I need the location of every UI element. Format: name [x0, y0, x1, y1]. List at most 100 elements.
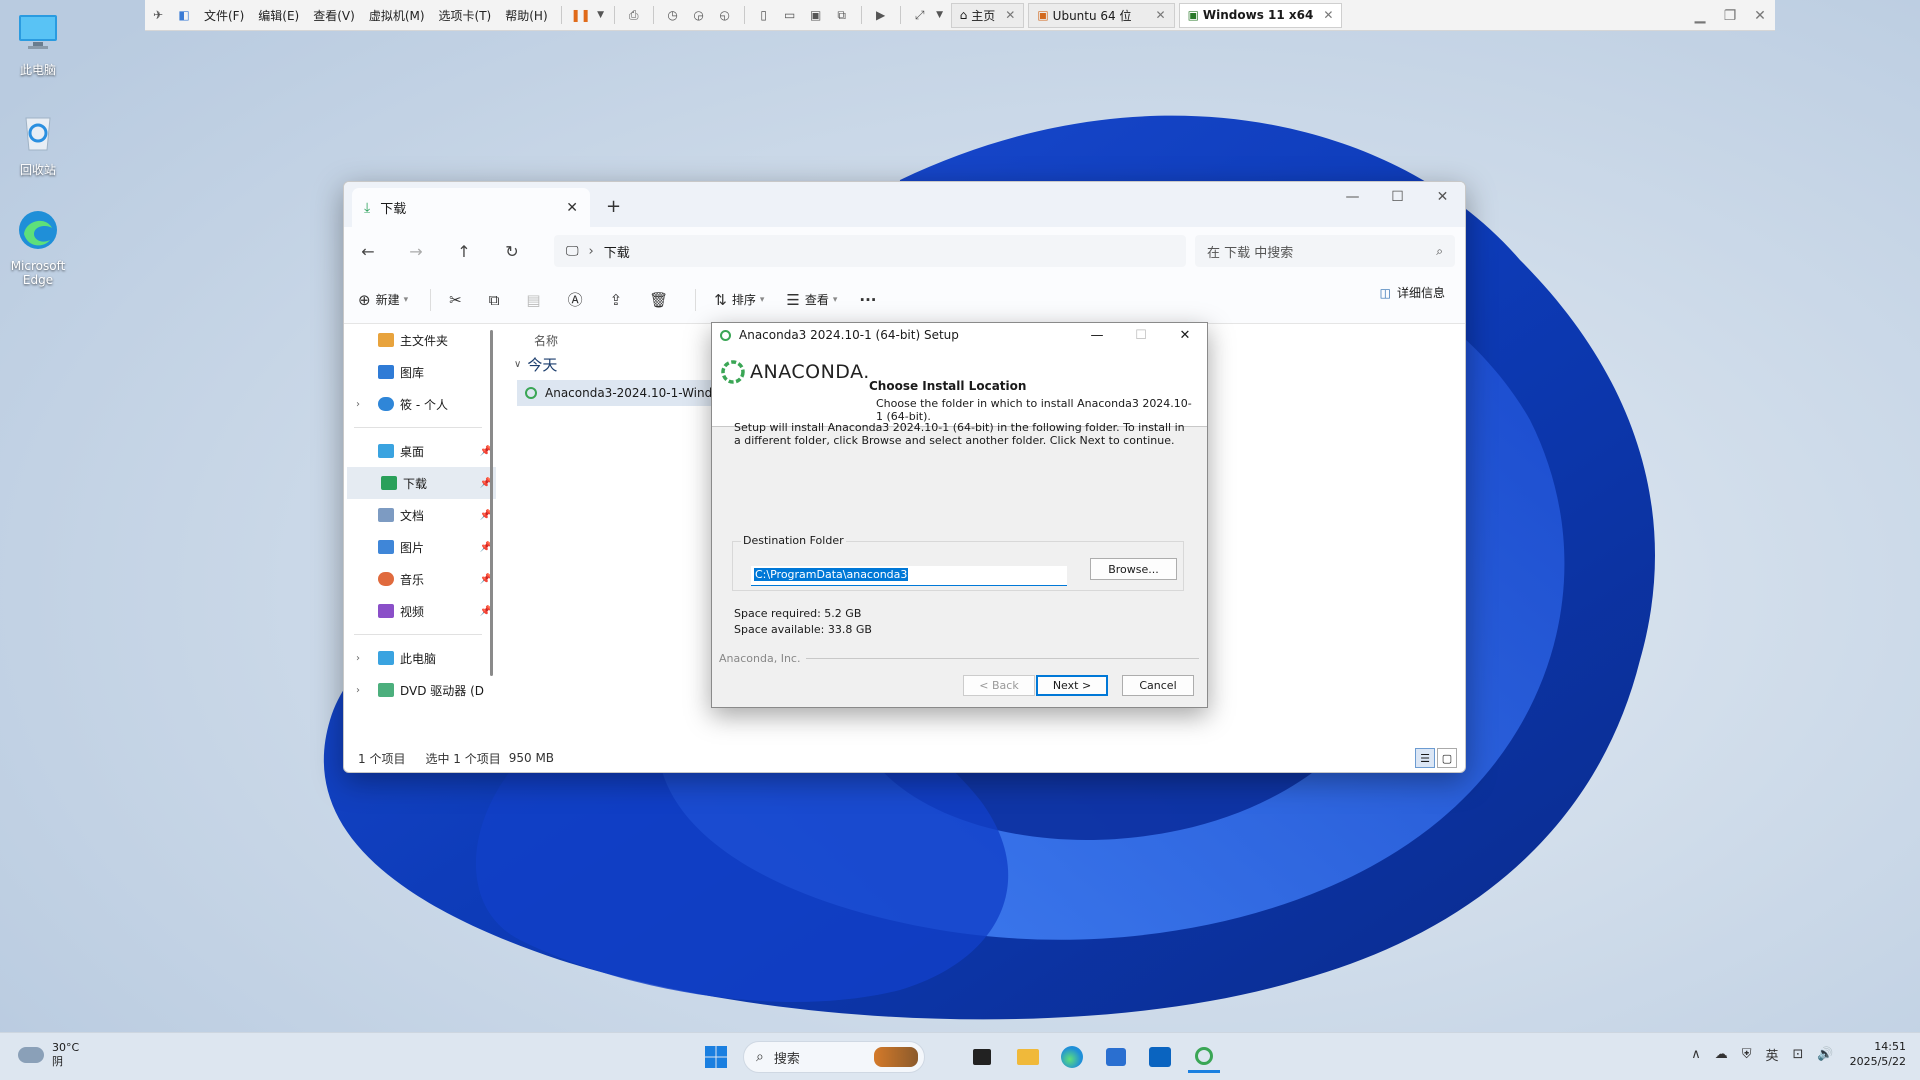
chevron-up-icon[interactable]: ∧	[1691, 1047, 1701, 1062]
vm-tab-windows11[interactable]: ▣ Windows 11 x64 ✕	[1178, 2, 1343, 28]
sidebar-item-desktop[interactable]: 桌面 📌	[344, 435, 496, 467]
minimize-icon[interactable]: ▁	[1685, 8, 1715, 24]
list-icon: ☰	[786, 290, 800, 309]
thumbnail-bar-icon[interactable]: ▭	[777, 3, 803, 27]
console-icon[interactable]: ▶	[868, 3, 894, 27]
sidebar-item-videos[interactable]: 视频 📌	[344, 595, 496, 627]
menu-tabs[interactable]: 选项卡(T)	[432, 7, 499, 24]
sidebar-item-pictures[interactable]: 图片 📌	[344, 531, 496, 563]
network-icon[interactable]: ⊡	[1793, 1047, 1804, 1062]
share-button[interactable]: ⇪	[610, 291, 628, 309]
sidebar-item-onedrive[interactable]: › 筱 - 个人	[344, 388, 496, 420]
cut-button[interactable]: ✂	[449, 291, 467, 309]
new-tab-icon[interactable]: +	[606, 196, 621, 217]
rename-button[interactable]: Ⓐ	[568, 289, 588, 310]
column-header-name[interactable]: 名称	[534, 332, 558, 349]
taskbar-search[interactable]: ⌕ 搜索	[743, 1041, 925, 1073]
chevron-right-icon[interactable]: ›	[356, 685, 360, 696]
address-bar[interactable]: 🖵 › 下载	[554, 235, 1186, 267]
minimize-icon[interactable]: —	[1330, 182, 1375, 212]
menu-vm[interactable]: 虚拟机(M)	[362, 7, 432, 24]
desktop-icon-this-pc[interactable]: 此电脑	[0, 10, 76, 78]
sidebar-item-home[interactable]: 主文件夹	[344, 324, 496, 356]
taskbar-outlook[interactable]	[1144, 1041, 1176, 1073]
breadcrumb-item[interactable]: 下载	[604, 242, 630, 261]
sidebar-item-this-pc[interactable]: › 此电脑	[344, 642, 496, 674]
volume-icon[interactable]: 🔊	[1817, 1047, 1833, 1062]
unity-icon[interactable]: ⧉	[829, 3, 855, 27]
next-button[interactable]: Next >	[1036, 675, 1108, 696]
weather-widget[interactable]: 30°C 阴	[18, 1041, 79, 1069]
close-icon[interactable]: ✕	[1005, 8, 1015, 22]
maximize-icon[interactable]: ☐	[1375, 182, 1420, 212]
browse-button[interactable]: Browse...	[1090, 558, 1177, 580]
close-icon[interactable]: ✕	[566, 200, 578, 216]
snapshot-manager-icon[interactable]: ◵	[712, 3, 738, 27]
menu-file[interactable]: 文件(F)	[197, 7, 251, 24]
vm-tab-home[interactable]: ⌂ 主页 ✕	[950, 2, 1025, 28]
pause-icon[interactable]: ❚❚	[568, 3, 594, 27]
close-icon[interactable]: ✕	[1323, 8, 1333, 22]
chevron-right-icon[interactable]: ›	[356, 653, 360, 664]
fit-window-icon[interactable]: ▣	[803, 3, 829, 27]
sidebar-item-dvd[interactable]: › DVD 驱动器 (D	[344, 674, 496, 706]
task-view-button[interactable]	[966, 1041, 998, 1073]
back-button[interactable]: < Back	[963, 675, 1035, 696]
back-arrow-icon[interactable]: ←	[344, 242, 392, 261]
view-button[interactable]: ☰ 查看 ▾	[786, 291, 837, 309]
sidebar-item-documents[interactable]: 文档 📌	[344, 499, 496, 531]
sidebar-item-gallery[interactable]: 图库	[344, 356, 496, 388]
details-pane-button[interactable]: ◫ 详细信息	[1380, 284, 1445, 301]
refresh-icon[interactable]: ↻	[488, 242, 536, 261]
clock[interactable]: 14:51 2025/5/22	[1850, 1039, 1906, 1069]
delete-button[interactable]: 🗑	[649, 291, 673, 309]
sort-button[interactable]: ⇅ 排序 ▾	[714, 291, 764, 309]
vm-tab-ubuntu[interactable]: ▣ Ubuntu 64 位 ✕	[1028, 2, 1175, 28]
more-button[interactable]: ···	[859, 291, 881, 309]
fullscreen-icon[interactable]: ⤢	[907, 3, 933, 27]
snapshot-icon[interactable]: ◷	[660, 3, 686, 27]
sidebar-scrollbar[interactable]	[490, 330, 493, 676]
menu-edit[interactable]: 编辑(E)	[251, 7, 306, 24]
desktop-icon-recycle-bin[interactable]: 回收站	[0, 110, 76, 178]
sidebar-item-music[interactable]: 音乐 📌	[344, 563, 496, 595]
paste-button[interactable]: ▤	[526, 291, 545, 309]
menu-view[interactable]: 查看(V)	[306, 7, 362, 24]
input-language[interactable]: 英	[1765, 1045, 1778, 1064]
close-icon[interactable]: ✕	[1420, 182, 1465, 212]
forward-arrow-icon[interactable]: →	[392, 242, 440, 261]
taskbar-store[interactable]	[1100, 1041, 1132, 1073]
dropdown-icon[interactable]: ▼	[933, 3, 947, 27]
search-input[interactable]: 在 下载 中搜索 ⌕	[1195, 235, 1455, 267]
tiles-view-icon[interactable]: ▢	[1437, 748, 1457, 768]
chevron-right-icon[interactable]: ›	[356, 399, 360, 410]
taskbar-explorer[interactable]	[1012, 1041, 1044, 1073]
close-icon[interactable]: ✕	[1156, 8, 1166, 22]
destination-folder-input[interactable]: C:\ProgramData\anaconda3	[751, 566, 1067, 586]
close-icon[interactable]: ✕	[1745, 8, 1775, 24]
onedrive-icon[interactable]: ☁	[1715, 1047, 1728, 1062]
details-view-icon[interactable]: ☰	[1415, 748, 1435, 768]
taskbar-anaconda-setup[interactable]	[1188, 1041, 1220, 1073]
taskbar-edge[interactable]	[1056, 1041, 1088, 1073]
group-header-today[interactable]: ∨ 今天	[514, 354, 557, 375]
dropdown-icon[interactable]: ▼	[594, 3, 608, 27]
start-button[interactable]	[700, 1041, 732, 1073]
sidebar-item-downloads[interactable]: 下载 📌	[347, 467, 496, 499]
security-shield-icon[interactable]: ⛨	[1742, 1047, 1752, 1062]
minimize-icon[interactable]: —	[1075, 323, 1119, 347]
new-button[interactable]: ⊕ 新建 ▾	[358, 291, 408, 309]
file-row[interactable]: Anaconda3-2024.10-1-Windows-x86_64.exe	[517, 380, 717, 406]
revert-snapshot-icon[interactable]: ◶	[686, 3, 712, 27]
menu-help[interactable]: 帮助(H)	[498, 7, 554, 24]
restore-icon[interactable]: ❐	[1715, 8, 1745, 24]
sidebar-toggle-icon[interactable]: ▯	[751, 3, 777, 27]
desktop-icon-edge[interactable]: Microsoft Edge	[0, 208, 76, 287]
up-arrow-icon[interactable]: ↑	[440, 242, 488, 261]
cancel-button[interactable]: Cancel	[1122, 675, 1194, 696]
copy-button[interactable]: ⧉	[489, 291, 505, 309]
close-icon[interactable]: ✕	[1163, 323, 1207, 347]
pin-icon[interactable]: ✈	[145, 3, 171, 27]
send-keys-icon[interactable]: ⎙	[621, 3, 647, 27]
explorer-tab[interactable]: ⤓ 下载 ✕	[352, 188, 590, 227]
